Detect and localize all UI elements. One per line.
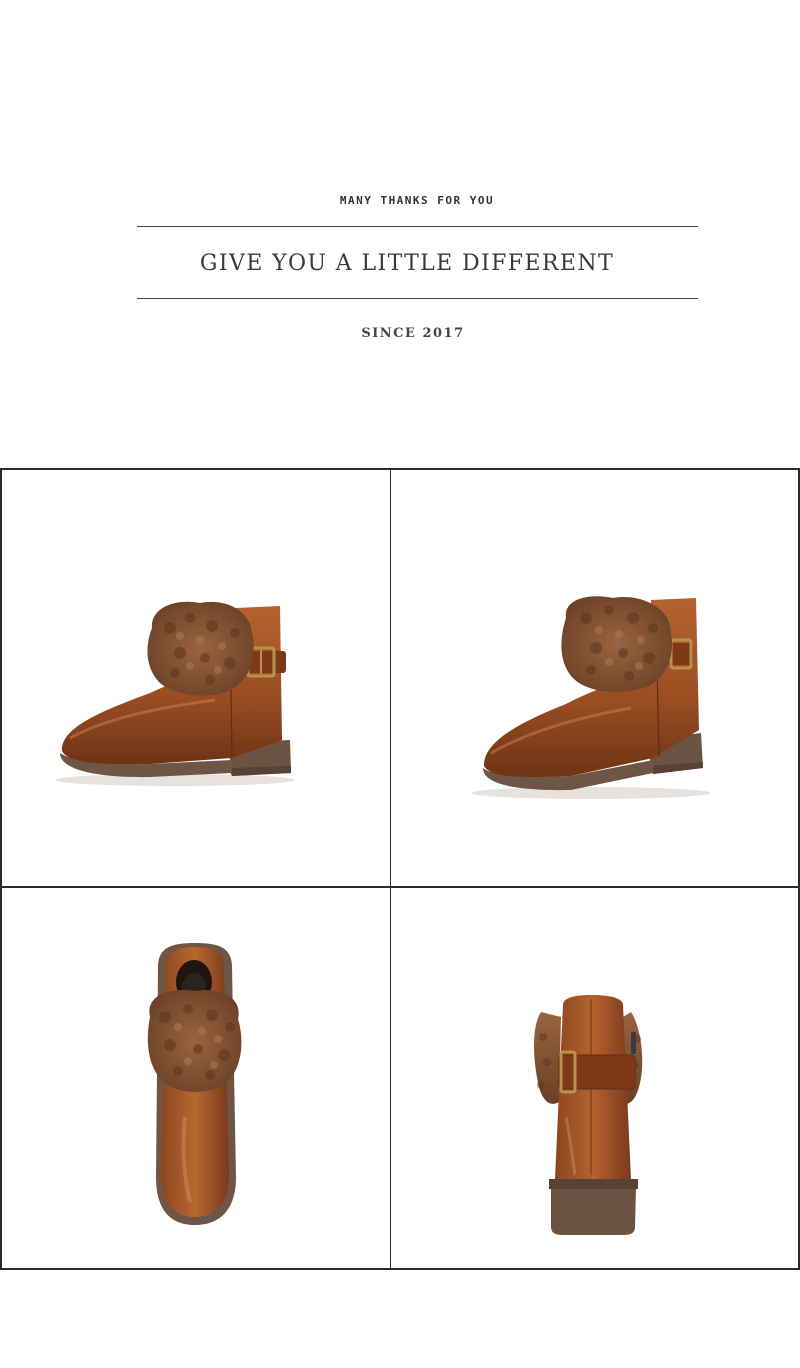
grid-line-center [389, 468, 391, 1270]
divider-top [137, 226, 698, 227]
boot-image-back[interactable] [391, 887, 800, 1269]
boot-top-illustration [147, 943, 242, 1225]
divider-bottom [137, 298, 698, 299]
grid-line-left [0, 468, 2, 1270]
grid-line-bottom [0, 1268, 800, 1270]
tagline: MANY THANKS FOR YOU [339, 194, 495, 207]
boot-image-side-left[interactable] [0, 468, 390, 886]
grid-line-top [0, 468, 800, 470]
boot-side-right-illustration [471, 596, 711, 799]
boot-image-side-right[interactable] [391, 468, 800, 886]
header-banner: MANY THANKS FOR YOU GIVE YOU A LITTLE DI… [0, 0, 800, 468]
boot-image-top[interactable] [0, 887, 390, 1269]
headline: GIVE YOU A LITTLE DIFFERENT [199, 251, 615, 276]
grid-line-middle [0, 886, 800, 888]
product-image-grid [0, 468, 800, 1270]
since-label: SINCE 2017 [361, 326, 465, 341]
boot-side-left-illustration [55, 601, 295, 786]
boot-back-illustration [534, 995, 643, 1235]
